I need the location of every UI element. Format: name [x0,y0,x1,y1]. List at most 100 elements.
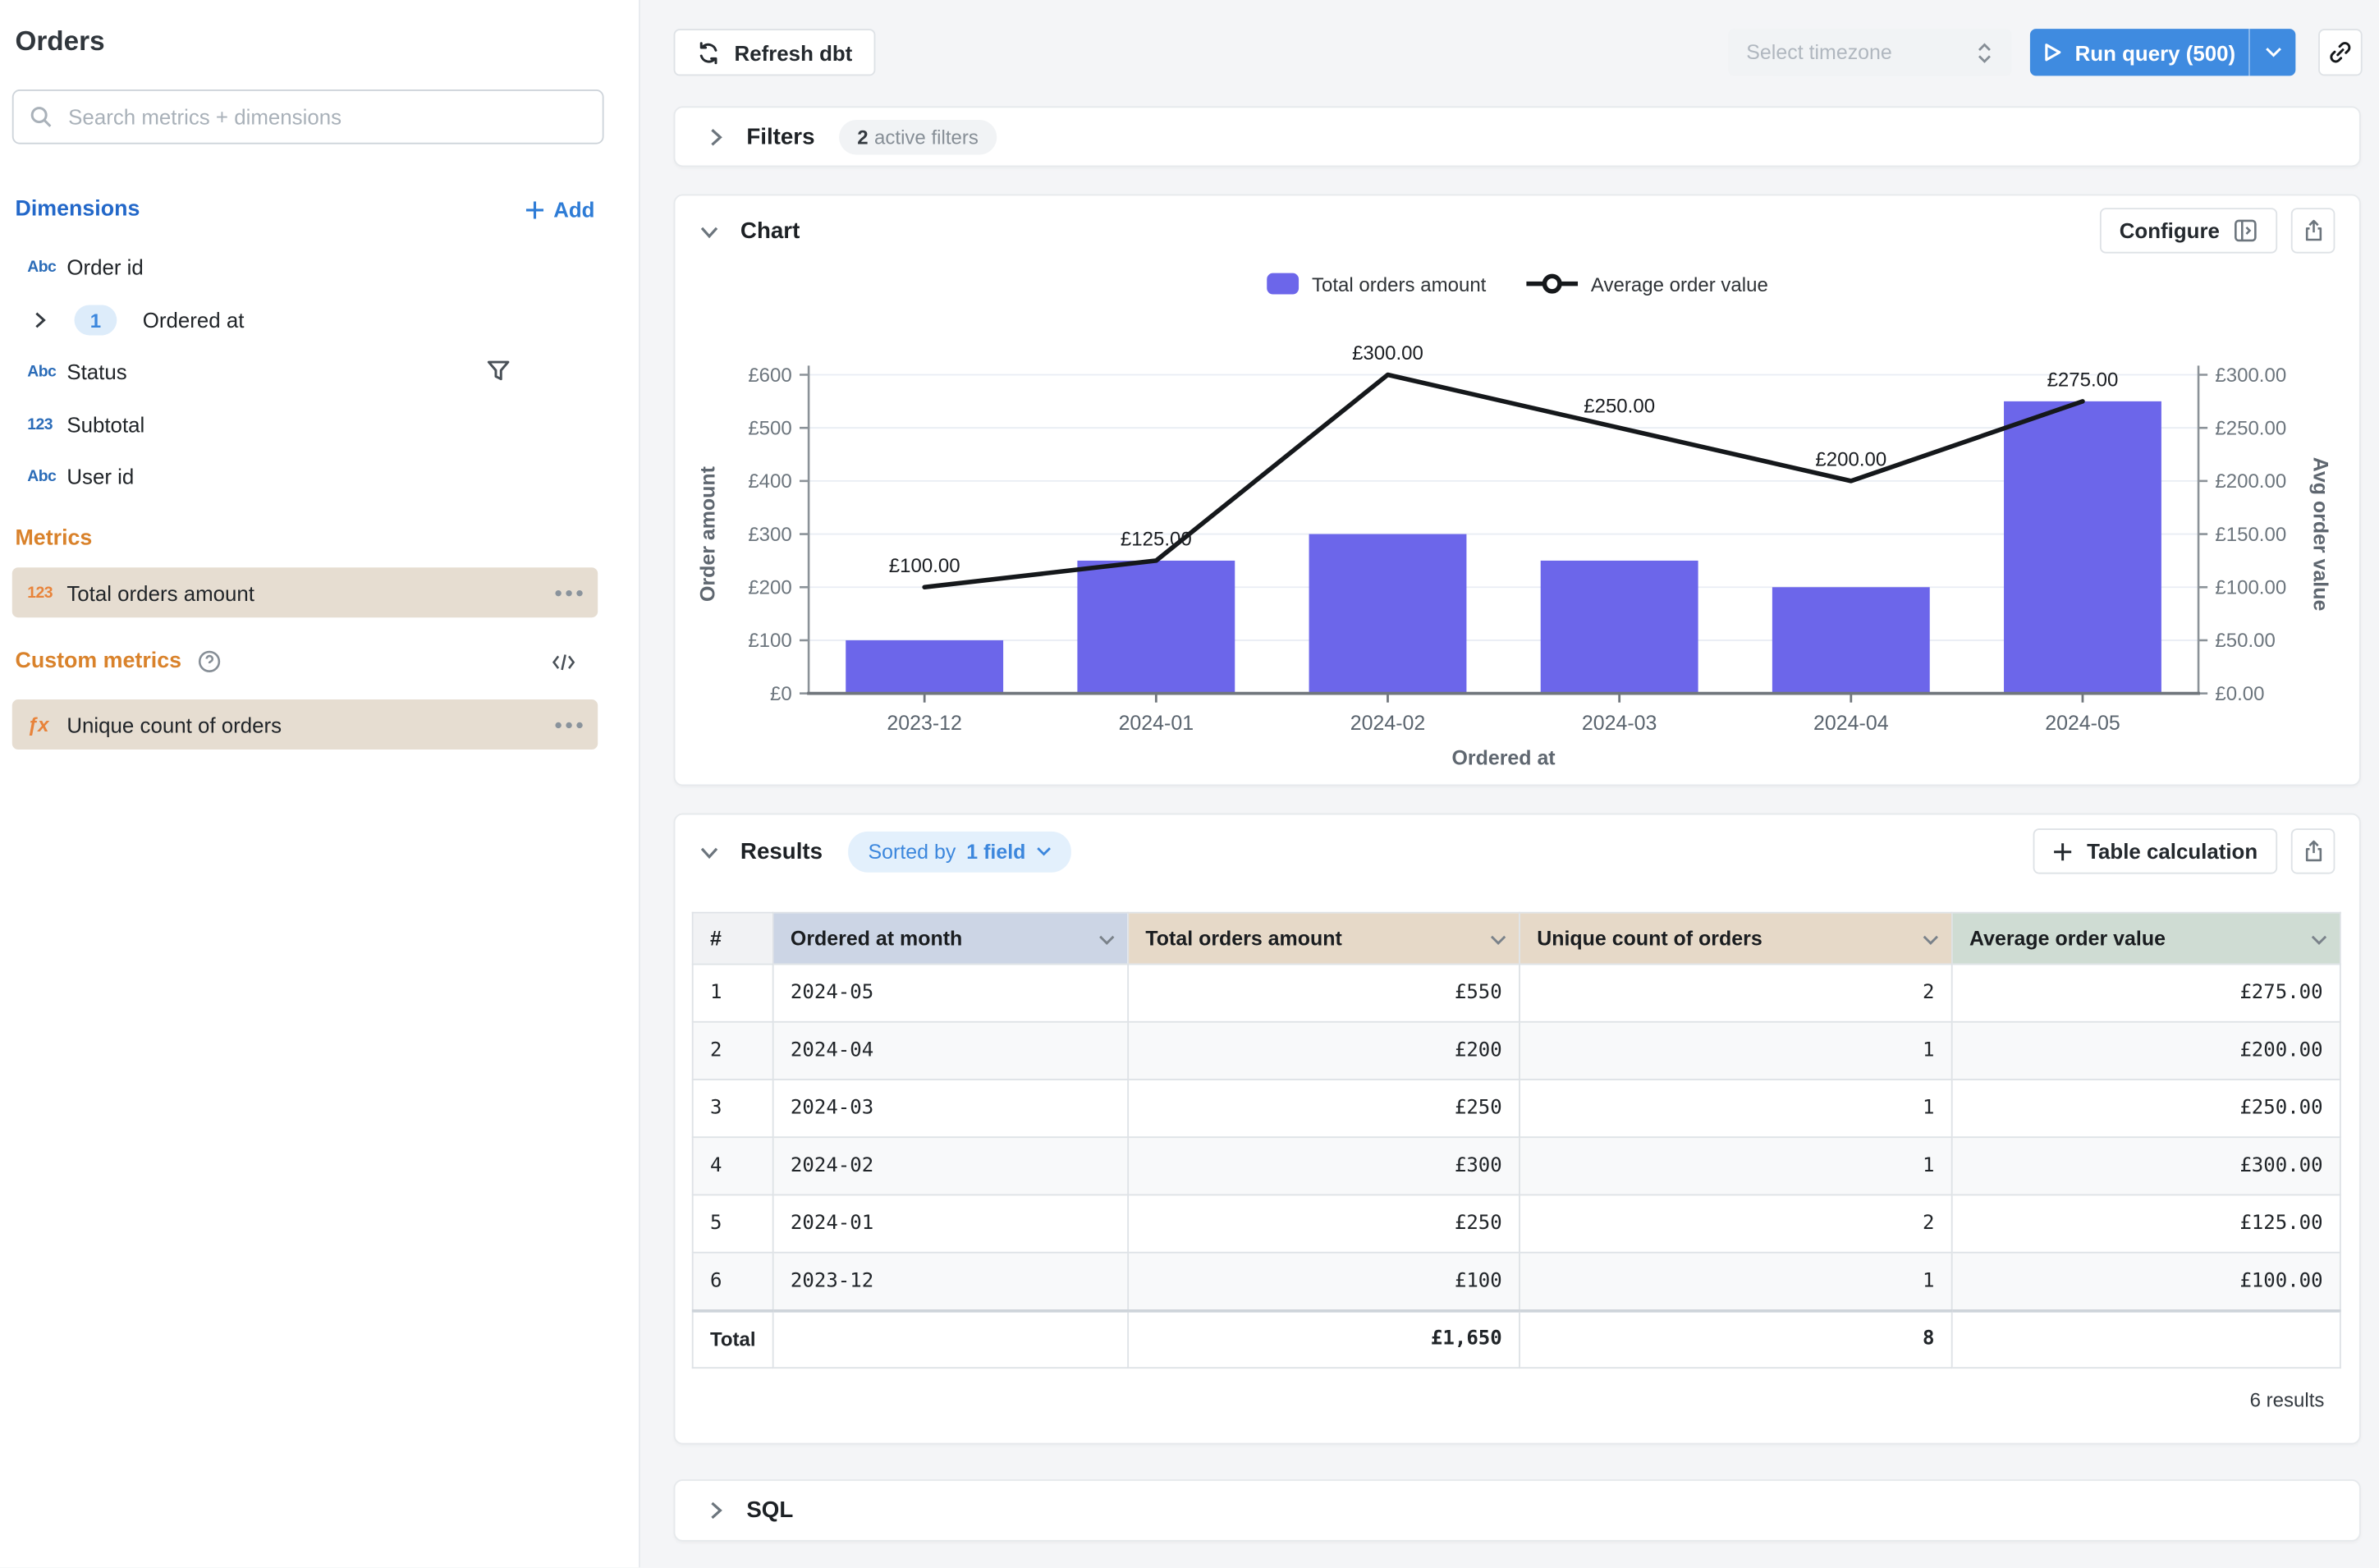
chevron-down-icon[interactable] [699,841,719,861]
results-title: Results [740,838,823,864]
cell[interactable]: 2 [1520,965,1952,1022]
filter-funnel-icon[interactable] [485,358,511,388]
cell[interactable]: 2 [693,1022,773,1080]
cell[interactable]: 1 [1520,1137,1952,1194]
cell[interactable]: 2024-04 [773,1022,1128,1080]
cell[interactable]: £125.00 [1952,1194,2340,1252]
table-calculation-label: Table calculation [2087,839,2258,864]
cell[interactable]: £250 [1128,1194,1520,1252]
abc-icon: Abc [27,467,66,485]
select-chevrons-icon [1975,40,1993,65]
column-header-index[interactable]: # [693,913,773,965]
legend-item-total-orders-amount[interactable]: Total orders amount [1267,273,1487,296]
help-icon[interactable] [197,649,222,674]
timezone-select[interactable]: Select timezone [1728,29,2012,76]
cell[interactable]: £550 [1128,965,1520,1022]
sidebar-item-total-orders-amount[interactable]: 123 Total orders amount [12,567,598,617]
sidebar-item-status[interactable]: Abc Status [12,346,598,397]
sidebar-item-subtotal[interactable]: 123 Subtotal [12,399,598,451]
line-marker-icon [1525,272,1577,296]
svg-text:£200.00: £200.00 [1815,448,1886,470]
svg-text:£100.00: £100.00 [2215,577,2286,599]
column-header-average-order-value[interactable]: Average order value [1952,913,2340,965]
chevron-right-icon[interactable] [705,1501,725,1520]
sql-section[interactable]: SQL [674,1479,2361,1542]
cell[interactable]: 4 [693,1137,773,1194]
code-icon[interactable] [551,650,576,673]
search-box[interactable] [12,89,604,144]
cell[interactable]: 1 [1520,1022,1952,1080]
configure-button[interactable]: Configure [2100,208,2277,253]
chevron-down-icon[interactable] [1923,928,1939,951]
column-header-ordered-at-month[interactable]: Ordered at month [773,913,1128,965]
cell[interactable]: £250 [1128,1080,1520,1137]
cell[interactable]: £300 [1128,1137,1520,1194]
chevron-down-icon[interactable] [2311,928,2327,951]
sidebar-item-unique-count-of-orders[interactable]: ƒx Unique count of orders [12,699,598,750]
cell[interactable]: 1 [1520,1080,1952,1137]
filters-badge-text: active filters [874,125,979,148]
chevron-down-icon[interactable] [1098,928,1115,951]
cell[interactable]: 1 [693,965,773,1022]
sql-title: SQL [746,1497,793,1523]
sidebar-item-user-id[interactable]: Abc User id [12,451,598,502]
column-header-total-orders-amount[interactable]: Total orders amount [1128,913,1520,965]
cell[interactable]: £300.00 [1952,1137,2340,1194]
legend-item-average-order-value[interactable]: Average order value [1525,272,1767,296]
number-icon: 123 [27,415,66,433]
page-title: Orders [15,25,104,57]
export-results-button[interactable] [2291,828,2335,873]
table-row: 52024-01£2502£125.00 [693,1194,2340,1252]
refresh-dbt-button[interactable]: Refresh dbt [674,29,875,76]
run-query-main[interactable]: Run query (500) [2030,29,2248,76]
more-options-icon[interactable] [555,589,582,595]
cell[interactable]: 5 [693,1194,773,1252]
table-header-row: # Ordered at month Total orders amount U… [693,913,2340,965]
search-input[interactable] [65,103,587,131]
cell[interactable]: £100 [1128,1253,1520,1310]
add-label: Add [553,197,594,222]
cell[interactable]: 1 [1520,1253,1952,1310]
svg-text:2024-05: 2024-05 [2045,712,2120,735]
total-label: Total [693,1310,773,1368]
cell[interactable]: 2024-05 [773,965,1128,1022]
sidebar-item-order-id[interactable]: Abc Order id [12,241,598,293]
cell[interactable]: £100.00 [1952,1253,2340,1310]
cell[interactable]: £250.00 [1952,1080,2340,1137]
share-link-button[interactable] [2318,29,2363,76]
svg-text:2024-02: 2024-02 [1350,712,1426,735]
cell[interactable]: 3 [693,1080,773,1137]
abc-icon: Abc [27,258,66,276]
filters-section[interactable]: Filters 2active filters [674,106,2361,167]
sorted-by-pill[interactable]: Sorted by 1 field [848,831,1070,872]
svg-text:£100.00: £100.00 [889,555,960,577]
svg-text:2024-04: 2024-04 [1813,712,1889,735]
chevron-right-icon[interactable] [705,126,725,146]
chevron-down-icon[interactable] [699,221,719,241]
chevron-right-icon[interactable] [30,311,55,329]
cell[interactable]: 2023-12 [773,1253,1128,1310]
more-options-icon[interactable] [555,722,582,727]
cell[interactable]: 2024-01 [773,1194,1128,1252]
abc-icon: Abc [27,363,66,381]
cell[interactable]: 2024-03 [773,1080,1128,1137]
svg-text:£0: £0 [770,683,792,705]
share-icon [2301,839,2326,864]
cell[interactable]: £275.00 [1952,965,2340,1022]
cell[interactable]: 2024-02 [773,1137,1128,1194]
run-query-dropdown[interactable] [2250,29,2295,76]
cell[interactable]: 2 [1520,1194,1952,1252]
sidebar-item-ordered-at[interactable]: 1 Ordered at [12,295,598,346]
cell[interactable]: £200.00 [1952,1022,2340,1080]
column-header-unique-count-of-orders[interactable]: Unique count of orders [1520,913,1952,965]
run-query-button[interactable]: Run query (500) [2030,29,2295,76]
table-calculation-button[interactable]: Table calculation [2033,828,2277,873]
add-dimension-button[interactable]: Add [525,197,594,222]
svg-text:£600: £600 [748,364,791,387]
svg-text:£300: £300 [748,524,791,546]
chart-canvas[interactable]: £0£100£200£300£400£500£600£0.00£50.00£10… [675,345,2344,788]
cell[interactable]: 6 [693,1253,773,1310]
chevron-down-icon[interactable] [1490,928,1506,951]
cell[interactable]: £200 [1128,1022,1520,1080]
export-chart-button[interactable] [2291,208,2335,253]
